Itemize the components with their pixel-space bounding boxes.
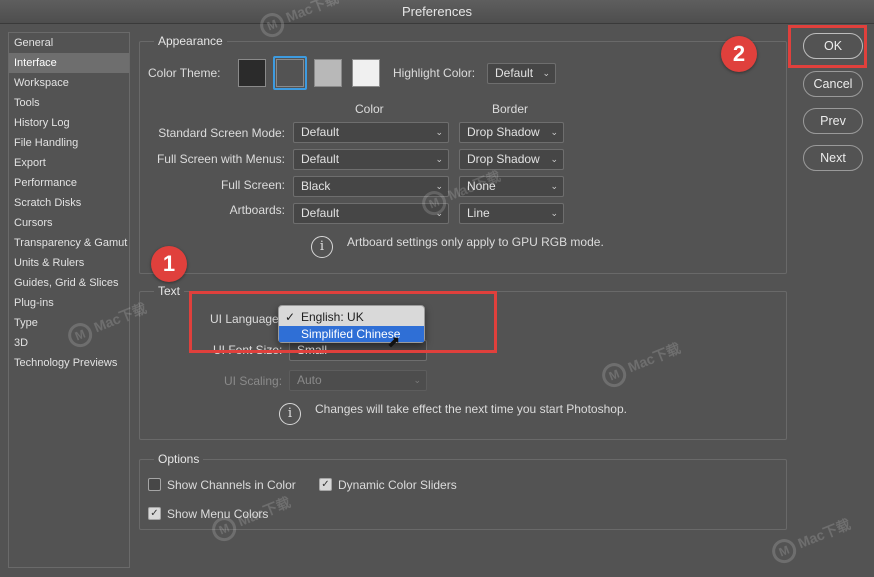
preferences-sidebar: General Interface Workspace Tools History Lo… — [8, 32, 130, 568]
highlight-color-dropdown[interactable]: Default ⌄ — [487, 63, 556, 84]
theme-swatch-lightest[interactable] — [352, 59, 380, 87]
sidebar-item-general[interactable]: General — [9, 33, 129, 53]
standard-screen-border-dropdown[interactable]: Drop Shadow ⌄ — [459, 122, 564, 143]
watermark-text: Mac下载 — [795, 515, 853, 552]
column-border-header: Border — [492, 102, 529, 116]
standard-screen-color-value: Default — [301, 125, 340, 139]
annotation-badge-2: 2 — [721, 36, 757, 72]
full-screen-menus-color-dropdown[interactable]: Default ⌄ — [293, 149, 449, 170]
chevron-down-icon: ⌄ — [542, 68, 550, 78]
options-title: Options — [154, 452, 204, 466]
sidebar-item-units-rulers[interactable]: Units & Rulers — [9, 253, 129, 273]
watermark-logo-icon: M — [768, 535, 800, 567]
annotation-badge-1: 1 — [151, 246, 187, 282]
text-title: Text — [154, 284, 185, 298]
row-label-artboards: Artboards: — [229, 203, 285, 217]
sidebar-item-transparency-gamut[interactable]: Transparency & Gamut — [9, 233, 129, 253]
sidebar-item-technology-previews[interactable]: Technology Previews — [9, 353, 129, 373]
dynamic-sliders-checkbox[interactable]: ✓ — [319, 478, 332, 491]
dynamic-sliders-label: Dynamic Color Sliders — [338, 478, 457, 492]
sidebar-item-workspace[interactable]: Workspace — [9, 73, 129, 93]
theme-swatch-darkest[interactable] — [238, 59, 266, 87]
ui-scaling-dropdown: Auto ⌄ — [289, 370, 427, 391]
sidebar-item-cursors[interactable]: Cursors — [9, 213, 129, 233]
sidebar-item-file-handling[interactable]: File Handling — [9, 133, 129, 153]
standard-screen-border-value: Drop Shadow — [467, 125, 540, 139]
color-theme-label: Color Theme: — [148, 66, 221, 80]
chevron-down-icon: ⌄ — [435, 154, 443, 164]
cancel-button[interactable]: Cancel — [803, 71, 863, 97]
sidebar-item-export[interactable]: Export — [9, 153, 129, 173]
theme-swatch-dark[interactable] — [276, 59, 304, 87]
full-screen-menus-border-value: Drop Shadow — [467, 152, 540, 166]
artboard-note: Artboard settings only apply to GPU RGB … — [347, 235, 604, 249]
theme-swatch-light[interactable] — [314, 59, 342, 87]
sidebar-item-tools[interactable]: Tools — [9, 93, 129, 113]
info-icon: i — [311, 236, 333, 258]
row-label-standard-screen: Standard Screen Mode: — [158, 126, 285, 140]
artboards-color-value: Default — [301, 206, 340, 220]
row-label-full-screen-menus: Full Screen with Menus: — [156, 152, 285, 166]
chevron-down-icon: ⌄ — [550, 154, 558, 164]
full-screen-menus-color-value: Default — [301, 152, 340, 166]
annotation-box-language — [189, 291, 497, 353]
window-title: Preferences — [0, 0, 874, 24]
sidebar-item-interface[interactable]: Interface — [9, 53, 129, 73]
highlight-color-label: Highlight Color: — [393, 66, 476, 80]
sidebar-item-scratch-disks[interactable]: Scratch Disks — [9, 193, 129, 213]
sidebar-item-history-log[interactable]: History Log — [9, 113, 129, 133]
full-screen-menus-border-dropdown[interactable]: Drop Shadow ⌄ — [459, 149, 564, 170]
sidebar-item-performance[interactable]: Performance — [9, 173, 129, 193]
ui-scaling-value: Auto — [297, 373, 322, 387]
next-button[interactable]: Next — [803, 145, 863, 171]
chevron-down-icon: ⌄ — [413, 375, 421, 385]
info-icon: i — [279, 403, 301, 425]
standard-screen-color-dropdown[interactable]: Default ⌄ — [293, 122, 449, 143]
prev-button[interactable]: Prev — [803, 108, 863, 134]
chevron-down-icon: ⌄ — [550, 208, 558, 218]
chevron-down-icon: ⌄ — [435, 127, 443, 137]
column-color-header: Color — [355, 102, 384, 116]
restart-note: Changes will take effect the next time y… — [315, 402, 627, 416]
appearance-title: Appearance — [154, 34, 227, 48]
show-channels-label: Show Channels in Color — [167, 478, 296, 492]
row-label-full-screen: Full Screen: — [220, 178, 285, 192]
show-menu-colors-checkbox[interactable]: ✓ — [148, 507, 161, 520]
artboards-border-dropdown[interactable]: Line ⌄ — [459, 203, 564, 224]
sidebar-item-guides-grid-slices[interactable]: Guides, Grid & Slices — [9, 273, 129, 293]
full-screen-color-value: Black — [301, 179, 331, 193]
chevron-down-icon: ⌄ — [550, 127, 558, 137]
artboards-border-value: Line — [467, 206, 490, 220]
annotation-box-ok — [788, 25, 867, 68]
ui-scaling-label: UI Scaling: — [224, 374, 283, 388]
show-channels-checkbox[interactable] — [148, 478, 161, 491]
highlight-color-value: Default — [495, 66, 534, 80]
chevron-down-icon: ⌄ — [550, 181, 558, 191]
